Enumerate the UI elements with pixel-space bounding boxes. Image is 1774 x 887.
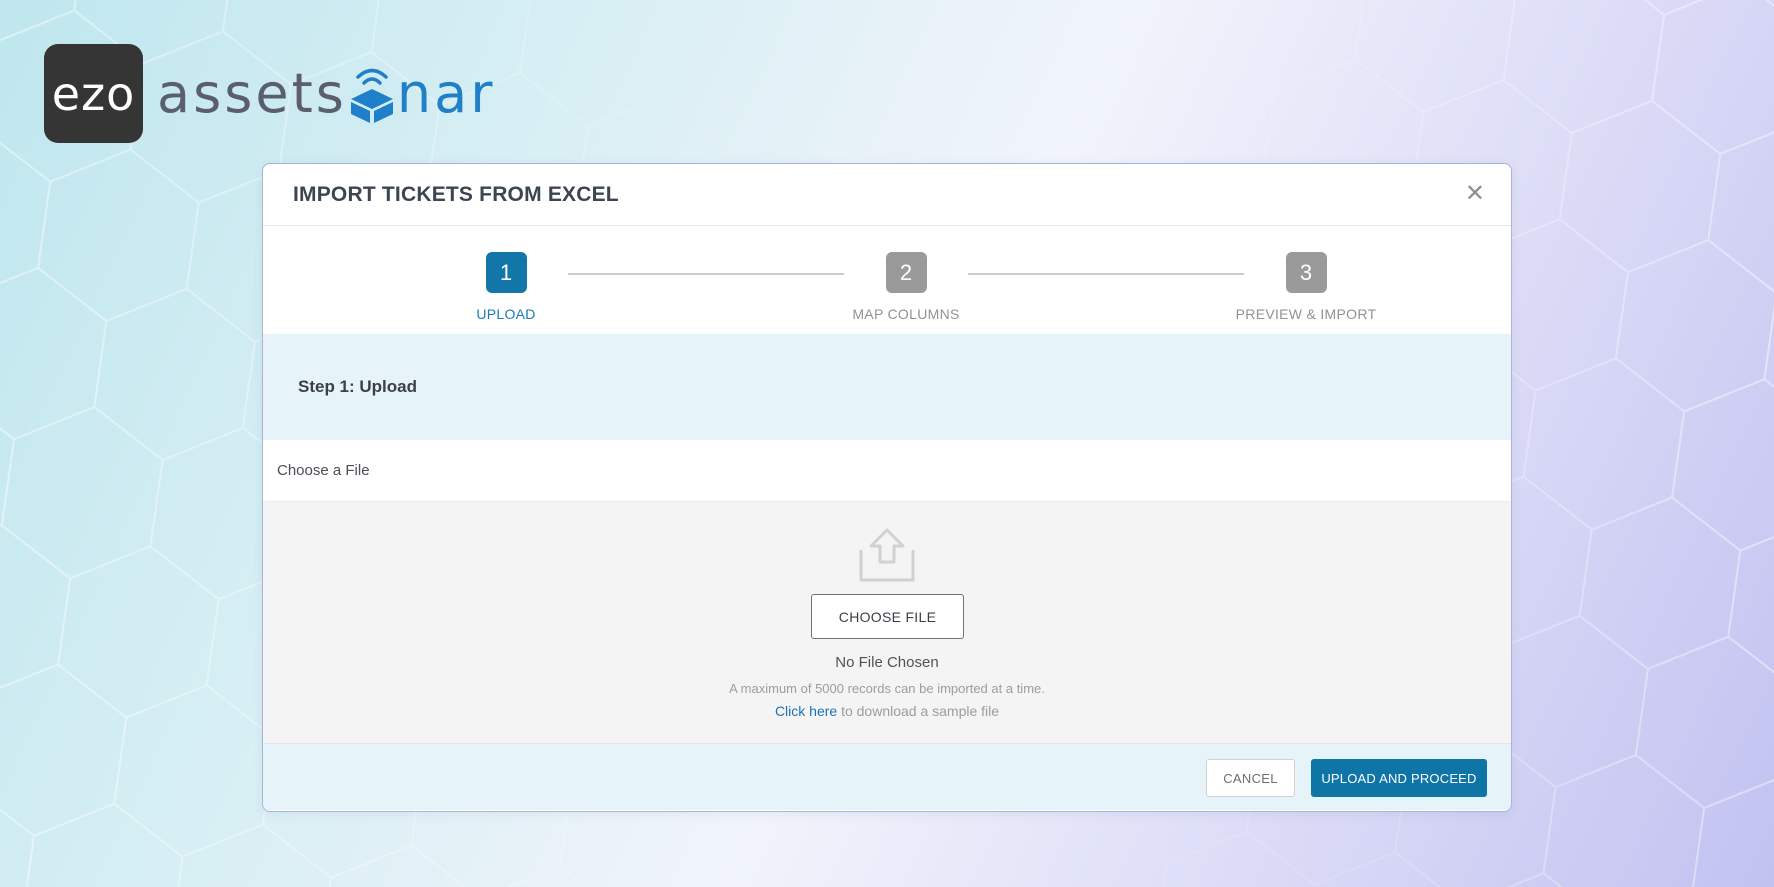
step-label: MAP COLUMNS	[852, 306, 960, 322]
step-preview-import[interactable]: 3 PREVIEW & IMPORT	[1196, 252, 1416, 322]
step-title: Step 1: Upload	[298, 377, 418, 396]
brand-logo: ezo assets nar	[44, 44, 495, 143]
step-number: 1	[485, 252, 527, 293]
step-map-columns[interactable]: 2 MAP COLUMNS	[796, 252, 1016, 322]
step-upload[interactable]: 1 UPLOAD	[396, 252, 616, 322]
import-modal: IMPORT TICKETS FROM EXCEL ✕ 1 UPLOAD 2 M…	[262, 163, 1512, 812]
wordmark-part2: nar	[396, 62, 496, 125]
step-number: 3	[1285, 252, 1327, 293]
step-number: 2	[885, 252, 927, 293]
ezo-logo-box: ezo	[44, 44, 143, 143]
choose-file-label: Choose a File	[277, 462, 370, 479]
modal-title: IMPORT TICKETS FROM EXCEL	[293, 182, 619, 206]
wordmark-part1: assets	[157, 62, 347, 125]
file-drop-area[interactable]: CHOOSE FILE No File Chosen A maximum of …	[263, 502, 1511, 744]
sonar-box-icon	[350, 68, 393, 123]
close-icon[interactable]: ✕	[1465, 182, 1485, 206]
step-label: PREVIEW & IMPORT	[1235, 306, 1377, 322]
file-status-text: No File Chosen	[835, 654, 939, 671]
modal-footer: CANCEL UPLOAD AND PROCEED	[263, 744, 1511, 810]
upload-icon	[859, 528, 915, 582]
assetsonar-wordmark: assets nar	[157, 44, 495, 143]
max-records-note: A maximum of 5000 records can be importe…	[729, 681, 1045, 696]
step-label: UPLOAD	[476, 306, 536, 322]
sample-file-line: Click here to download a sample file	[263, 703, 1511, 719]
sample-file-text: to download a sample file	[837, 703, 1000, 719]
upload-and-proceed-button[interactable]: UPLOAD AND PROCEED	[1311, 759, 1487, 797]
cancel-button[interactable]: CANCEL	[1206, 759, 1295, 797]
modal-header: IMPORT TICKETS FROM EXCEL ✕	[263, 164, 1511, 226]
step-title-band: Step 1: Upload	[263, 334, 1511, 440]
choose-file-row: Choose a File	[263, 440, 1511, 502]
import-stepper: 1 UPLOAD 2 MAP COLUMNS 3 PREVIEW & IMPOR…	[263, 226, 1511, 334]
logo-box-text: ezo	[51, 66, 136, 121]
download-sample-link[interactable]: Click here	[775, 703, 837, 719]
choose-file-button[interactable]: CHOOSE FILE	[811, 594, 964, 639]
